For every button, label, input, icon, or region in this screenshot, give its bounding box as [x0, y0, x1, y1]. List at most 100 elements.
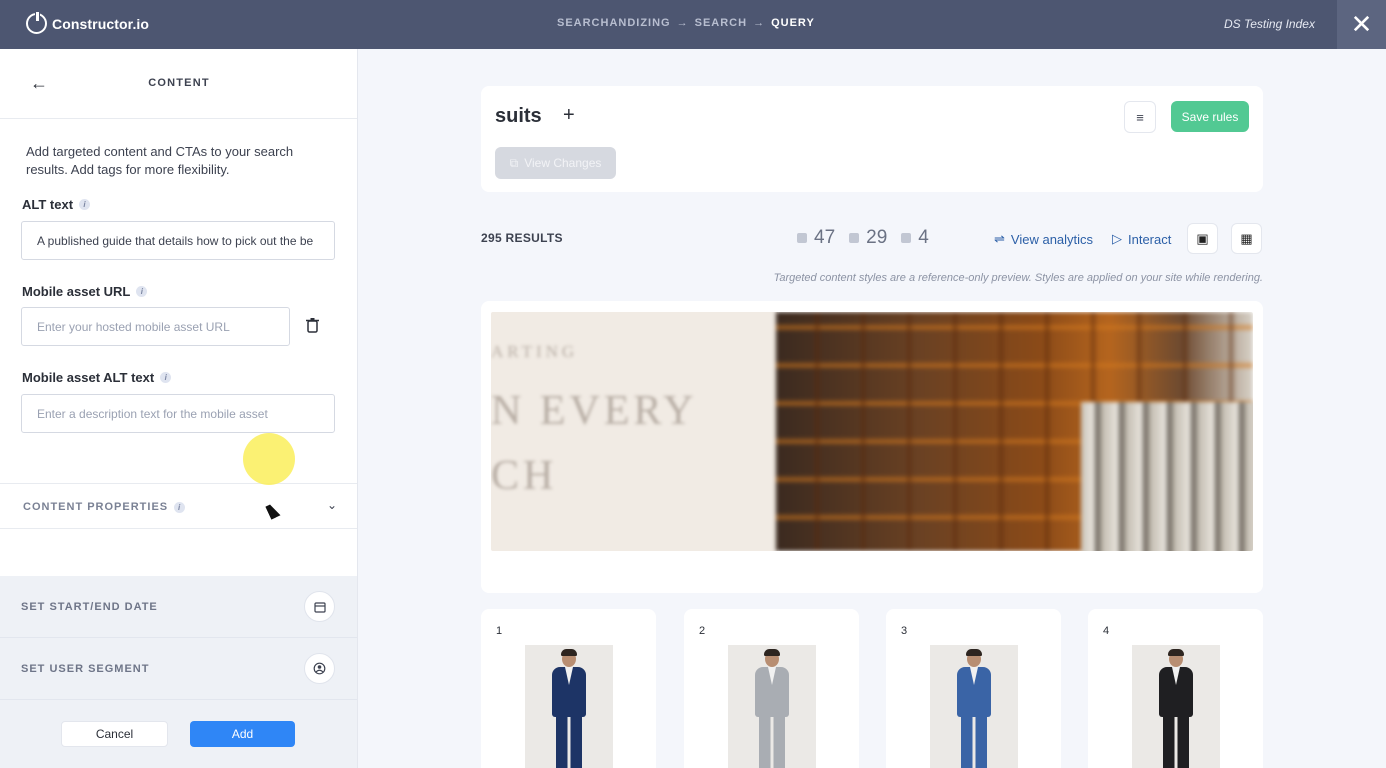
breadcrumb-searchandizing[interactable]: SEARCHANDIZING [557, 17, 671, 29]
banner-line-1: ARTING [491, 342, 579, 361]
result-stats: 47 29 4 [797, 227, 943, 249]
set-date-row: SET START/END DATE [0, 576, 357, 638]
close-icon: ✕ [1350, 9, 1373, 39]
stat-boosted-value: 29 [866, 227, 888, 248]
suit-legs [759, 715, 785, 768]
product-rank: 4 [1103, 625, 1110, 637]
product-image[interactable] [728, 645, 816, 768]
calendar-icon [313, 601, 326, 613]
stat-boosted: 29 [849, 227, 887, 249]
stat-pinned-value: 47 [814, 227, 836, 248]
grid-view-button[interactable]: ▦ [1231, 223, 1262, 254]
stat-flagged-value: 4 [918, 227, 929, 248]
image-toggle-icon: ▣ [1196, 230, 1209, 246]
alt-text-label-text: ALT text [22, 197, 74, 212]
mobile-url-label: Mobile asset URL i [22, 284, 148, 299]
set-segment-label: SET USER SEGMENT [21, 663, 150, 675]
breadcrumb-arrow-icon: → [676, 17, 689, 29]
banner-card: ARTING N EVERY CH [481, 301, 1263, 593]
info-icon[interactable]: i [136, 286, 148, 297]
calendar-button[interactable] [304, 591, 335, 622]
flag-icon [901, 233, 912, 243]
alt-text-input[interactable]: A published guide that details how to pi… [21, 221, 335, 260]
model-hair [1168, 649, 1184, 656]
panel-title: CONTENT [148, 77, 210, 89]
product-card[interactable]: 4 [1088, 609, 1263, 768]
mobile-url-input[interactable]: Enter your hosted mobile asset URL [21, 307, 290, 346]
brand-logo: Constructor.io [26, 11, 150, 34]
add-query-icon[interactable]: + [563, 104, 575, 127]
query-term: suits [495, 105, 542, 127]
grid-icon: ▦ [1240, 230, 1253, 246]
analytics-icon: ⇌ [994, 231, 1005, 246]
product-rank: 1 [496, 625, 503, 637]
suit-legs [961, 715, 987, 768]
mobile-url-label-text: Mobile asset URL [22, 284, 131, 299]
play-icon: ▷ [1112, 231, 1122, 246]
stat-pinned: 47 [797, 227, 835, 249]
sort-button[interactable]: ≡ [1124, 101, 1156, 133]
cancel-button[interactable]: Cancel [61, 721, 168, 747]
top-bar: Constructor.io SEARCHANDIZING → SEARCH →… [0, 0, 1386, 49]
click-highlight [243, 433, 295, 485]
panel-intro: Add targeted content and CTAs to your se… [26, 144, 294, 177]
product-card[interactable]: 3 [886, 609, 1061, 768]
set-date-label: SET START/END DATE [21, 601, 158, 613]
interact-link[interactable]: ▷ Interact [1112, 231, 1171, 247]
banner-image[interactable]: ARTING N EVERY CH [491, 312, 1253, 551]
product-rank: 2 [699, 625, 706, 637]
view-changes-button[interactable]: ⧉ View Changes [495, 147, 616, 179]
segment-icon [313, 662, 326, 675]
chevron-down-icon[interactable]: ⌄ [327, 498, 337, 512]
alt-text-label: ALT text i [22, 197, 91, 212]
save-rules-button[interactable]: Save rules [1171, 101, 1249, 132]
breadcrumb-query: QUERY [771, 17, 815, 29]
pin-icon [797, 233, 807, 243]
product-rank: 3 [901, 625, 908, 637]
banner-line-3: CH [491, 453, 558, 499]
view-analytics-link[interactable]: ⇌ View analytics [994, 231, 1093, 247]
stat-flagged: 4 [901, 227, 929, 249]
model-hair [764, 649, 780, 656]
sort-icon: ≡ [1136, 109, 1144, 125]
power-logo-icon [26, 11, 47, 34]
content-properties-text: CONTENT PROPERTIES [23, 501, 169, 513]
index-name: DS Testing Index [1224, 17, 1315, 31]
banner-photo-coats [1081, 402, 1253, 551]
banner-line-2: N EVERY [491, 388, 698, 434]
segment-button[interactable] [304, 653, 335, 684]
model-hair [966, 649, 982, 656]
product-image[interactable] [525, 645, 613, 768]
breadcrumb-arrow-icon: → [753, 17, 766, 29]
mobile-alt-label: Mobile asset ALT text i [22, 370, 172, 385]
product-card[interactable]: 2 [684, 609, 859, 768]
info-icon[interactable]: i [174, 501, 186, 513]
info-icon[interactable]: i [79, 199, 91, 210]
boost-icon [849, 233, 860, 243]
close-button[interactable]: ✕ [1337, 0, 1386, 49]
view-changes-label: View Changes [524, 156, 602, 170]
results-count: 295 RESULTS [481, 231, 563, 245]
trash-icon[interactable] [305, 317, 320, 333]
interact-label: Interact [1128, 231, 1172, 247]
model-hair [561, 649, 577, 656]
content-properties-section[interactable]: CONTENT PROPERTIES i ⌄ [0, 483, 357, 529]
mobile-alt-input[interactable]: Enter a description text for the mobile … [21, 394, 335, 433]
add-button[interactable]: Add [190, 721, 295, 747]
suit-legs [556, 715, 582, 768]
brand-name: Constructor.io [52, 15, 150, 32]
mobile-alt-label-text: Mobile asset ALT text [22, 370, 155, 385]
info-icon[interactable]: i [160, 372, 172, 383]
changes-icon: ⧉ [509, 155, 519, 170]
breadcrumb-search[interactable]: SEARCH [695, 17, 747, 29]
product-card[interactable]: 1 [481, 609, 656, 768]
set-segment-row: SET USER SEGMENT [0, 638, 357, 700]
breadcrumb: SEARCHANDIZING → SEARCH → QUERY [557, 17, 815, 29]
content-panel: ← CONTENT Add targeted content and CTAs … [0, 49, 358, 768]
image-view-button[interactable]: ▣ [1187, 223, 1218, 254]
banner-text-area: ARTING N EVERY CH [491, 312, 778, 551]
query-card: suits + ⧉ View Changes ≡ Save rules [481, 86, 1263, 192]
product-image[interactable] [930, 645, 1018, 768]
product-image[interactable] [1132, 645, 1220, 768]
view-analytics-label: View analytics [1010, 231, 1094, 247]
